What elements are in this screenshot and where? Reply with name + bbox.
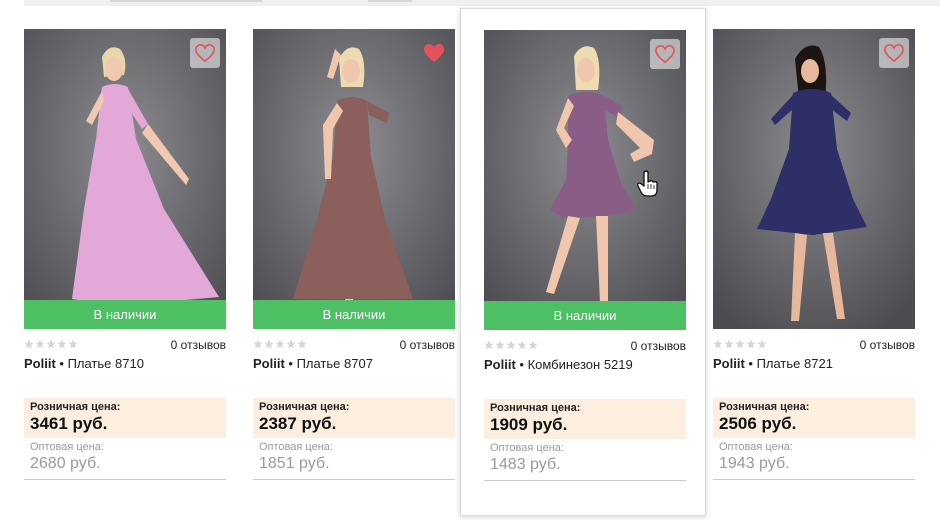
reviews-link[interactable]: 0 отзывов bbox=[400, 338, 455, 352]
reviews-link[interactable]: 0 отзывов bbox=[631, 339, 686, 353]
retail-price-box: Розничная цена: 2506 руб. bbox=[713, 398, 915, 438]
brand-name[interactable]: Poliit bbox=[24, 356, 56, 371]
product-photo[interactable]: В наличии bbox=[253, 29, 455, 329]
rating-row: 0 отзывов bbox=[713, 338, 915, 352]
in-stock-badge: В наличии bbox=[253, 300, 455, 329]
wholesale-price-box: Оптовая цена: 1851 руб. bbox=[253, 440, 455, 480]
product-photo[interactable] bbox=[713, 29, 915, 329]
brand-name[interactable]: Poliit bbox=[253, 356, 285, 371]
wholesale-price-label: Оптовая цена: bbox=[30, 441, 104, 453]
product-title[interactable]: Poliit • Платье 8710 bbox=[24, 356, 234, 371]
wholesale-price: 1943 руб. bbox=[719, 455, 790, 472]
star-rating[interactable] bbox=[253, 339, 307, 349]
wholesale-price-box: Оптовая цена: 2680 руб. bbox=[24, 440, 226, 480]
star-icon bbox=[24, 339, 34, 349]
heart-outline-icon bbox=[655, 44, 675, 64]
retail-price-label: Розничная цена: bbox=[259, 401, 350, 413]
favorite-button[interactable] bbox=[419, 38, 449, 68]
brand-name[interactable]: Poliit bbox=[713, 356, 745, 371]
star-icon bbox=[35, 339, 45, 349]
wholesale-price-label: Оптовая цена: bbox=[719, 441, 793, 453]
star-icon bbox=[735, 339, 745, 349]
product-name[interactable]: Комбинезон 5219 bbox=[528, 357, 633, 372]
star-icon bbox=[713, 339, 723, 349]
heart-filled-icon bbox=[424, 44, 444, 62]
retail-price: 3461 руб. bbox=[30, 414, 108, 433]
reviews-link[interactable]: 0 отзывов bbox=[171, 338, 226, 352]
wholesale-price-box: Оптовая цена: 1483 руб. bbox=[484, 441, 686, 481]
in-stock-badge: В наличии bbox=[24, 300, 226, 329]
product-title[interactable]: Poliit • Комбинезон 5219 bbox=[484, 357, 694, 372]
star-icon bbox=[528, 340, 538, 350]
star-icon bbox=[46, 339, 56, 349]
wholesale-price: 1851 руб. bbox=[259, 455, 330, 472]
product-title[interactable]: Poliit • Платье 8707 bbox=[253, 356, 463, 371]
star-icon bbox=[297, 339, 307, 349]
product-card[interactable]: В наличии 0 отзывов Poliit • Платье 8707… bbox=[230, 8, 476, 516]
wholesale-price-box: Оптовая цена: 1943 руб. bbox=[713, 440, 915, 480]
retail-price-label: Розничная цена: bbox=[30, 401, 121, 413]
model-photo bbox=[713, 29, 915, 329]
star-icon bbox=[757, 339, 767, 349]
brand-name[interactable]: Poliit bbox=[484, 357, 516, 372]
retail-price-label: Розничная цена: bbox=[719, 401, 810, 413]
rating-row: 0 отзывов bbox=[253, 338, 455, 352]
retail-price: 2387 руб. bbox=[259, 414, 337, 433]
retail-price: 1909 руб. bbox=[490, 415, 568, 434]
model-photo bbox=[24, 29, 226, 329]
hand-pointer-icon bbox=[637, 170, 658, 197]
favorite-button[interactable] bbox=[879, 38, 909, 68]
favorite-button[interactable] bbox=[190, 38, 220, 68]
star-icon bbox=[506, 340, 516, 350]
heart-outline-icon bbox=[195, 43, 215, 63]
in-stock-badge: В наличии bbox=[484, 301, 686, 330]
product-photo[interactable]: В наличии bbox=[24, 29, 226, 329]
retail-price-box: Розничная цена: 1909 руб. bbox=[484, 399, 686, 439]
star-icon bbox=[286, 339, 296, 349]
wholesale-price: 1483 руб. bbox=[490, 456, 561, 473]
star-rating[interactable] bbox=[484, 340, 538, 350]
star-rating[interactable] bbox=[713, 339, 767, 349]
rating-row: 0 отзывов bbox=[484, 339, 686, 353]
product-card[interactable]: 0 отзывов Poliit • Платье 8721 Розничная… bbox=[690, 8, 936, 516]
retail-price: 2506 руб. bbox=[719, 414, 797, 433]
model-photo bbox=[253, 29, 455, 329]
wholesale-price-label: Оптовая цена: bbox=[490, 442, 564, 454]
retail-price-box: Розничная цена: 2387 руб. bbox=[253, 398, 455, 438]
product-name[interactable]: Платье 8710 bbox=[68, 356, 144, 371]
product-card[interactable]: В наличии 0 отзывов Poliit • Платье 8710… bbox=[1, 8, 247, 516]
retail-price-box: Розничная цена: 3461 руб. bbox=[24, 398, 226, 438]
toolbar-control bbox=[110, 0, 262, 2]
product-name[interactable]: Платье 8707 bbox=[297, 356, 373, 371]
product-title[interactable]: Poliit • Платье 8721 bbox=[713, 356, 923, 371]
wholesale-price: 2680 руб. bbox=[30, 455, 101, 472]
star-rating[interactable] bbox=[24, 339, 78, 349]
star-icon bbox=[495, 340, 505, 350]
heart-outline-icon bbox=[884, 43, 904, 63]
reviews-link[interactable]: 0 отзывов bbox=[860, 338, 915, 352]
product-name[interactable]: Платье 8721 bbox=[757, 356, 833, 371]
star-icon bbox=[746, 339, 756, 349]
star-icon bbox=[264, 339, 274, 349]
star-icon bbox=[517, 340, 527, 350]
star-icon bbox=[275, 339, 285, 349]
toolbar-control bbox=[368, 0, 412, 2]
star-icon bbox=[724, 339, 734, 349]
top-toolbar-edge bbox=[24, 0, 940, 6]
wholesale-price-label: Оптовая цена: bbox=[259, 441, 333, 453]
star-icon bbox=[57, 339, 67, 349]
product-card[interactable]: В наличии 0 отзывов Poliit • Комбинезон … bbox=[460, 8, 706, 516]
star-icon bbox=[253, 339, 263, 349]
retail-price-label: Розничная цена: bbox=[490, 402, 581, 414]
star-icon bbox=[68, 339, 78, 349]
favorite-button[interactable] bbox=[650, 39, 680, 69]
rating-row: 0 отзывов bbox=[24, 338, 226, 352]
star-icon bbox=[484, 340, 494, 350]
